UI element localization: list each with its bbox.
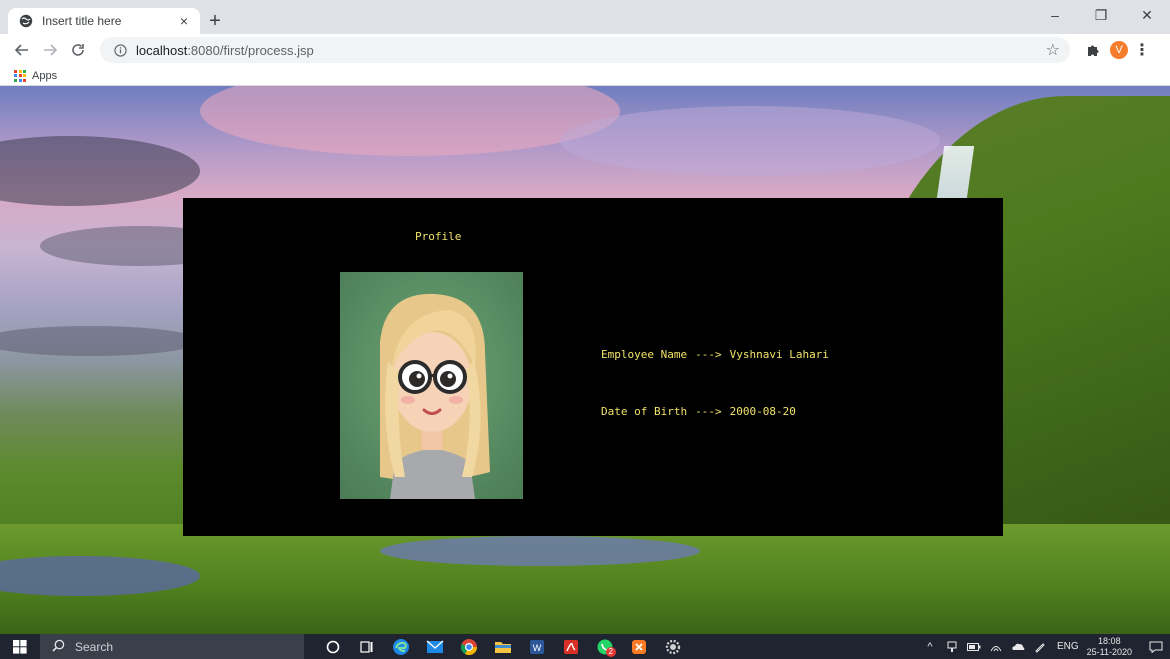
employee-name-label: Employee Name xyxy=(601,348,688,361)
back-arrow-icon[interactable] xyxy=(8,36,36,64)
taskbar-clock[interactable]: 18:08 25-11-2020 xyxy=(1087,636,1132,658)
reload-icon[interactable] xyxy=(64,36,92,64)
river-shape xyxy=(380,536,700,566)
settings-gear-icon[interactable] xyxy=(656,634,690,659)
apps-grid-icon[interactable] xyxy=(14,69,26,82)
chevron-up-icon[interactable]: ^ xyxy=(919,634,941,659)
bookmark-star-icon[interactable]: ☆ xyxy=(1046,40,1060,60)
profile-picture xyxy=(340,272,523,499)
new-tab-button[interactable]: + xyxy=(204,10,226,32)
toolbar-right: V ⋮ xyxy=(1080,37,1152,63)
svg-text:W: W xyxy=(533,643,542,653)
mail-icon[interactable] xyxy=(418,634,452,659)
maximize-button[interactable]: ❐ xyxy=(1078,0,1124,30)
word-icon[interactable]: W xyxy=(520,634,554,659)
network-adapter-icon[interactable] xyxy=(941,634,963,659)
system-tray: ^ ENG 18:08 25-11-2020 xyxy=(919,634,1170,659)
apps-bookmark[interactable]: Apps xyxy=(32,70,57,82)
close-window-button[interactable]: ✕ xyxy=(1124,0,1170,30)
file-explorer-icon[interactable] xyxy=(486,634,520,659)
language-indicator[interactable]: ENG xyxy=(1057,641,1079,652)
page-viewport: Profile Employee Name ---> Vyshnavi Laha… xyxy=(0,86,1170,634)
globe-icon xyxy=(18,13,34,29)
url-path: :8080/first/process.jsp xyxy=(187,42,314,58)
cloud-shape xyxy=(0,326,200,356)
dob-arrow: ---> xyxy=(695,405,722,418)
browser-tab[interactable]: Insert title here × xyxy=(8,8,200,34)
task-view-icon[interactable] xyxy=(350,634,384,659)
employee-name-arrow: ---> xyxy=(695,348,722,361)
chrome-icon[interactable] xyxy=(452,634,486,659)
menu-kebab-icon[interactable]: ⋮ xyxy=(1132,37,1152,63)
tab-close-icon[interactable]: × xyxy=(176,13,192,29)
dob-row: Date of Birth ---> 2000-08-20 xyxy=(601,405,796,418)
whatsapp-notification-badge: 2 xyxy=(605,647,616,657)
whatsapp-icon[interactable]: 2 xyxy=(588,634,622,659)
url-host: localhost xyxy=(136,42,188,58)
xampp-icon[interactable] xyxy=(622,634,656,659)
windows-taskbar: Search W 2 ^ ENG 18:08 25-11-2020 xyxy=(0,634,1170,659)
employee-name-row: Employee Name ---> Vyshnavi Lahari xyxy=(601,348,829,361)
address-bar[interactable]: localhost:8080/first/process.jsp ☆ xyxy=(100,37,1070,63)
browser-tab-strip: Insert title here × + – ❐ ✕ xyxy=(0,0,1170,34)
cloud-shape xyxy=(200,86,620,156)
forward-arrow-icon[interactable] xyxy=(36,36,64,64)
profile-card: Profile Employee Name ---> Vyshnavi Laha… xyxy=(183,198,1003,536)
bookmarks-bar: Apps xyxy=(0,66,1170,86)
battery-icon[interactable] xyxy=(963,634,985,659)
search-icon xyxy=(52,639,65,655)
info-icon[interactable] xyxy=(112,42,128,58)
cloud-shape xyxy=(0,136,200,206)
url-text: localhost:8080/first/process.jsp xyxy=(136,43,314,58)
wifi-icon[interactable] xyxy=(985,634,1007,659)
clock-date: 25-11-2020 xyxy=(1086,646,1132,657)
dob-value: 2000-08-20 xyxy=(729,405,796,418)
browser-toolbar: localhost:8080/first/process.jsp ☆ V ⋮ xyxy=(0,34,1170,66)
clock-time: 18:08 xyxy=(1098,635,1121,646)
profile-avatar[interactable]: V xyxy=(1110,41,1128,59)
pen-icon[interactable] xyxy=(1029,634,1051,659)
search-placeholder: Search xyxy=(75,639,114,654)
cloud-shape xyxy=(560,106,940,176)
extensions-puzzle-icon[interactable] xyxy=(1080,37,1106,63)
cortana-icon[interactable] xyxy=(316,634,350,659)
profile-title: Profile xyxy=(415,230,462,243)
onedrive-cloud-icon[interactable] xyxy=(1007,634,1029,659)
dob-label: Date of Birth xyxy=(601,405,688,418)
acrobat-reader-icon[interactable] xyxy=(554,634,588,659)
edge-browser-icon[interactable] xyxy=(384,634,418,659)
tab-title: Insert title here xyxy=(42,14,122,28)
employee-name-value: Vyshnavi Lahari xyxy=(729,348,829,361)
notification-center-icon[interactable] xyxy=(1142,634,1170,659)
taskbar-search-box[interactable]: Search xyxy=(40,634,304,659)
window-controls: – ❐ ✕ xyxy=(1032,0,1170,30)
minimize-button[interactable]: – xyxy=(1032,0,1078,30)
windows-start-icon[interactable] xyxy=(0,634,40,659)
